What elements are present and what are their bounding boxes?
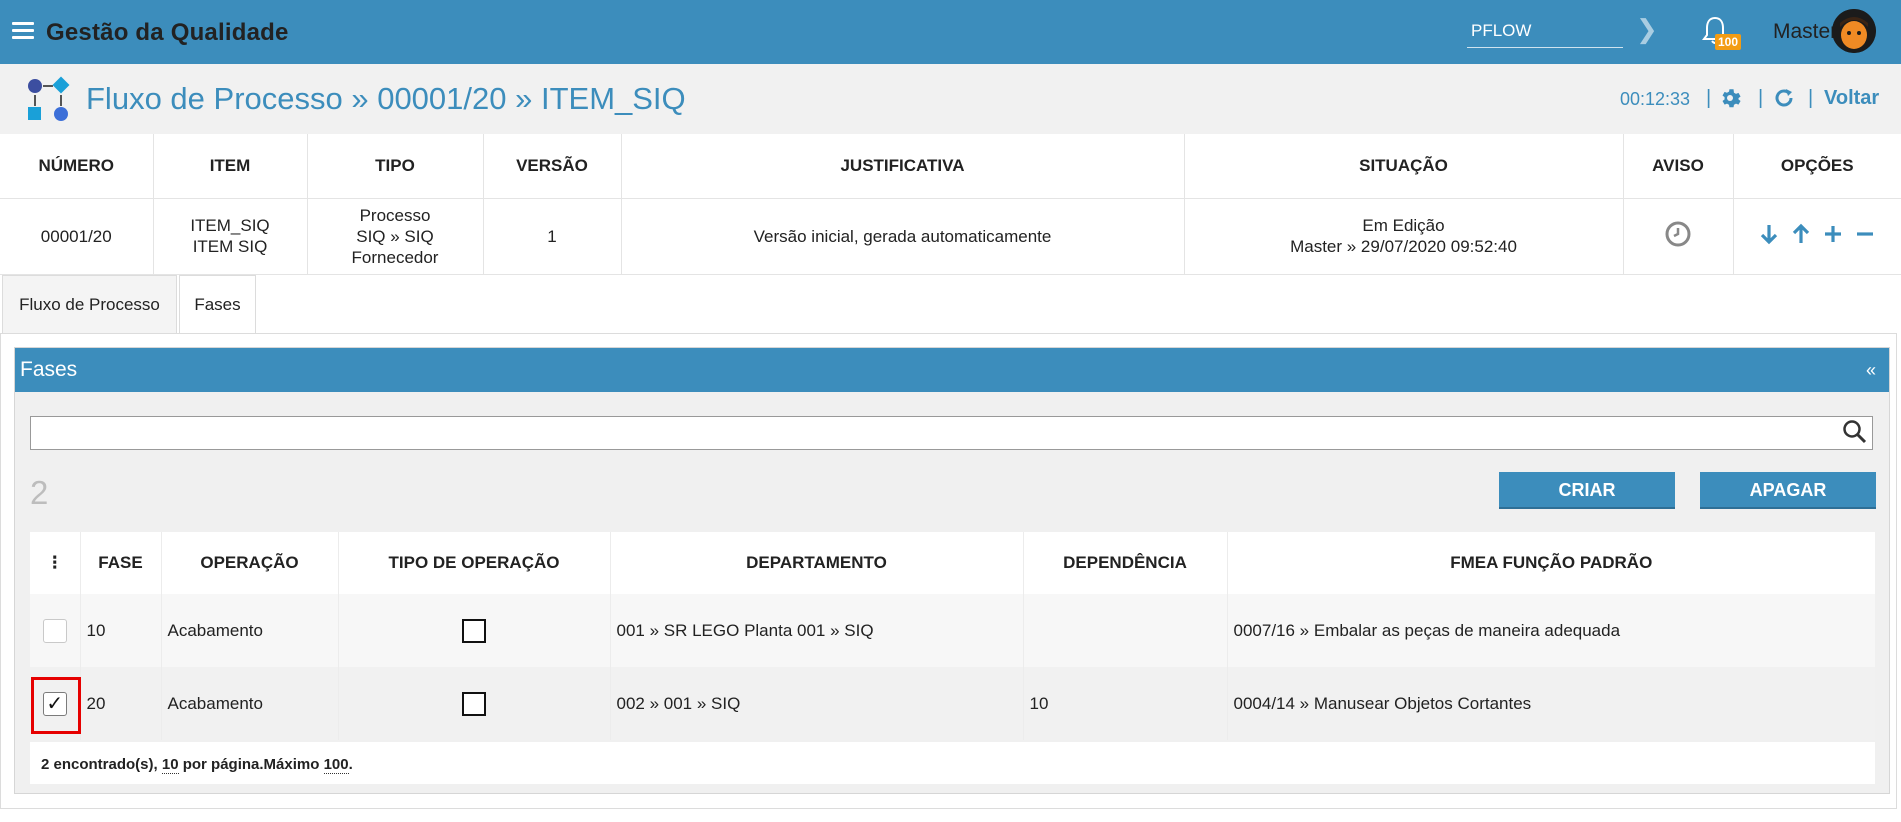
column-menu-icon[interactable]: ⋮ (30, 532, 81, 594)
fases-box-header (15, 348, 1889, 392)
column-header-aviso: AVISO (1623, 134, 1734, 199)
departamento-cell: 002 » 001 » SIQ (610, 667, 1024, 740)
tipo-operacao-cell (338, 594, 611, 667)
pagination-footer: 2 encontrado(s), 10 por página.Máximo 10… (30, 742, 1875, 784)
plus-icon[interactable] (1821, 222, 1845, 251)
gear-icon[interactable] (1718, 86, 1742, 110)
departamento-cell: 001 » SR LEGO Planta 001 » SIQ (610, 594, 1024, 667)
module-input[interactable] (1467, 14, 1623, 48)
fmea-cell: 0004/14 » Manusear Objetos Cortantes (1227, 667, 1875, 740)
fases-box-title: Fases (20, 358, 78, 381)
tipo-operacao-cell (338, 667, 611, 740)
column-header-justificativa: JUSTIFICATIVA (621, 134, 1185, 199)
collapse-button[interactable]: « (1866, 360, 1876, 381)
column-header-numero: NÚMERO (0, 134, 154, 199)
tipo-line: Processo (359, 205, 431, 225)
situacao-cell: Em Edição Master » 29/07/2020 09:52:40 (1184, 198, 1624, 275)
operacao-cell: Acabamento (161, 667, 339, 740)
user-avatar[interactable] (1832, 9, 1876, 53)
justificativa-cell: Versão inicial, gerada automaticamente (621, 198, 1185, 275)
tipo-cell: Processo SIQ » SIQ Fornecedor (307, 198, 484, 275)
aviso-cell (1623, 198, 1734, 275)
chevron-right-icon[interactable]: ❯ (1636, 14, 1660, 44)
back-link[interactable]: Voltar (1824, 87, 1879, 110)
column-header-dependencia[interactable]: DEPENDÊNCIA (1023, 532, 1228, 594)
fmea-cell: 0007/16 » Embalar as peças de maneira ad… (1227, 594, 1875, 667)
found-count: 2 encontrado(s), (41, 756, 158, 773)
process-info-table: NÚMERO ITEM TIPO VERSÃO JUSTIFICATIVA SI… (0, 134, 1901, 275)
column-header-fase[interactable]: FASE (80, 532, 162, 594)
opcoes-cell (1733, 198, 1901, 275)
page-title: Fluxo de Processo » 00001/20 » ITEM_SIQ (86, 81, 686, 116)
row-checkbox[interactable] (42, 618, 67, 643)
notification-badge: 100 (1715, 34, 1742, 50)
situacao-detail: Master » 29/07/2020 09:52:40 (1290, 237, 1517, 256)
table-row[interactable]: 10 Acabamento 001 » SR LEGO Planta 001 »… (30, 594, 1875, 667)
versao-cell: 1 (483, 198, 622, 275)
search-icon[interactable] (1842, 419, 1868, 445)
column-header-situacao: SITUAÇÃO (1184, 134, 1624, 199)
record-count: 2 (30, 474, 49, 511)
separator: | (1758, 87, 1764, 109)
minus-icon[interactable] (1853, 222, 1877, 251)
search-input[interactable] (30, 416, 1873, 450)
column-header-tipo-operacao[interactable]: TIPO DE OPERAÇÃO (338, 532, 611, 594)
column-header-operacao[interactable]: OPERAÇÃO (161, 532, 339, 594)
arrow-up-icon[interactable] (1789, 222, 1813, 251)
item-code: ITEM_SIQ (190, 216, 270, 235)
footer-end: . (348, 756, 353, 773)
process-flow-icon (25, 76, 75, 124)
fase-cell: 20 (80, 667, 162, 740)
tab-fluxo-de-processo[interactable]: Fluxo de Processo (2, 275, 177, 333)
fases-table: ⋮ FASE OPERAÇÃO TIPO DE OPERAÇÃO DEPARTA… (30, 532, 1875, 740)
app-title: Gestão da Qualidade (46, 19, 289, 46)
column-header-departamento[interactable]: DEPARTAMENTO (610, 532, 1024, 594)
operacao-cell: Acabamento (161, 594, 339, 667)
per-page-label: por página.Máximo (182, 756, 320, 773)
item-cell: ITEM_SIQ ITEM SIQ (153, 198, 308, 275)
per-page-value[interactable]: 10 (161, 756, 179, 774)
hamburger-menu-icon[interactable] (12, 22, 34, 40)
tipo-operacao-checkbox (462, 691, 486, 716)
delete-button[interactable]: APAGAR (1700, 472, 1876, 509)
column-header-opcoes: OPÇÕES (1733, 134, 1901, 199)
tab-fases[interactable]: Fases (179, 275, 256, 335)
item-name: ITEM SIQ (192, 237, 268, 256)
tipo-line: SIQ » SIQ (356, 226, 434, 246)
numero-cell: 00001/20 (0, 198, 154, 275)
table-row[interactable]: ✓ 20 Acabamento 002 » 001 » SIQ 10 0004/… (30, 667, 1875, 740)
clock-icon (1664, 221, 1692, 252)
situacao-status: Em Edição (1362, 216, 1445, 235)
column-header-fmea[interactable]: FMEA FUNÇÃO PADRÃO (1227, 532, 1875, 594)
fase-cell: 10 (80, 594, 162, 667)
user-name[interactable]: Master (1773, 20, 1837, 44)
column-header-item: ITEM (153, 134, 308, 199)
column-header-versao: VERSÃO (483, 134, 622, 199)
selection-highlight (31, 677, 81, 734)
max-value[interactable]: 100 (323, 756, 349, 774)
column-header-tipo: TIPO (307, 134, 484, 199)
table-row: 00001/20 ITEM_SIQ ITEM SIQ Processo SIQ … (0, 198, 1901, 275)
separator: | (1808, 87, 1814, 109)
dependencia-cell: 10 (1023, 667, 1228, 740)
separator: | (1706, 87, 1712, 109)
create-button[interactable]: CRIAR (1499, 472, 1675, 509)
arrow-down-icon[interactable] (1757, 222, 1781, 251)
dependencia-cell (1023, 594, 1228, 667)
row-select-cell (30, 594, 81, 667)
refresh-icon[interactable] (1772, 86, 1796, 110)
tipo-operacao-checkbox (462, 618, 486, 643)
tipo-line: Fornecedor (351, 247, 439, 267)
session-timer: 00:12:33 (1620, 89, 1691, 109)
